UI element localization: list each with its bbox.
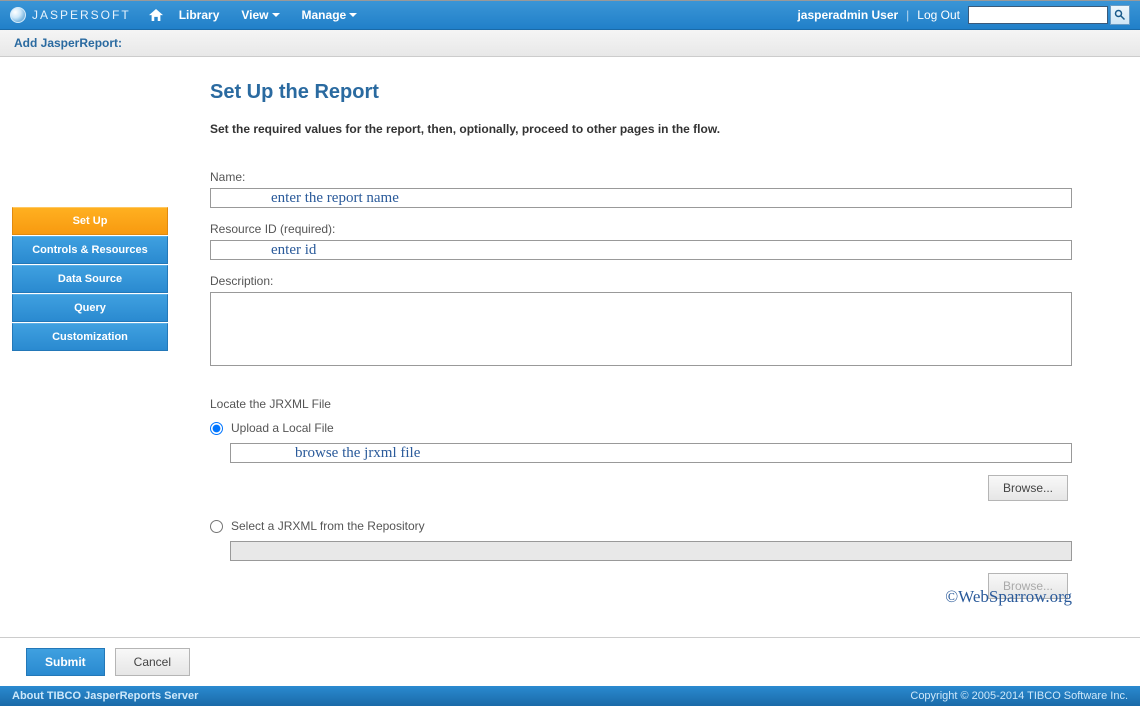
copyright: Copyright © 2005-2014 TIBCO Software Inc… [910, 690, 1128, 702]
upload-path-input[interactable] [230, 443, 1072, 463]
main-nav: Library View Manage [179, 8, 358, 22]
nav-manage-label: Manage [302, 8, 347, 22]
upload-browse-button[interactable]: Browse... [988, 475, 1068, 501]
search-input[interactable] [968, 6, 1108, 24]
search-button[interactable] [1110, 5, 1130, 25]
chevron-down-icon [349, 13, 357, 17]
divider: | [906, 8, 909, 22]
nav-manage[interactable]: Manage [302, 8, 358, 22]
sidebar-item-label: Controls & Resources [32, 244, 148, 256]
about-link[interactable]: About TIBCO JasperReports Server [12, 690, 198, 702]
watermark: ©WebSparrow.org [945, 587, 1072, 607]
repo-radio-label: Select a JRXML from the Repository [231, 519, 425, 533]
sidebar-item-datasource[interactable]: Data Source [12, 265, 168, 293]
user-area: jasperadmin User | Log Out [797, 5, 1130, 25]
sidebar-item-label: Data Source [58, 273, 122, 285]
search-icon [1114, 9, 1126, 21]
user-label: jasperadmin User [797, 8, 898, 22]
logo-icon [10, 7, 26, 23]
repo-path-input [230, 541, 1072, 561]
name-label: Name: [210, 170, 1072, 184]
repo-browse-row: Browse... [210, 573, 1072, 599]
sidebar-item-label: Customization [52, 331, 128, 343]
upload-browse-row: Browse... [210, 475, 1072, 501]
resource-id-input[interactable] [210, 240, 1072, 260]
main-panel: Set Up the Report Set the required value… [180, 57, 1140, 637]
page-title: Set Up the Report [210, 81, 1072, 104]
sidebar-item-setup[interactable]: Set Up [12, 207, 168, 235]
upload-radio-label: Upload a Local File [231, 421, 334, 435]
locate-label: Locate the JRXML File [210, 397, 1072, 411]
wizard-sidebar: Set Up Controls & Resources Data Source … [0, 57, 180, 637]
submit-button[interactable]: Submit [26, 648, 105, 676]
cancel-button[interactable]: Cancel [115, 648, 190, 676]
upload-radio-row: Upload a Local File [210, 421, 1072, 435]
sidebar-item-controls[interactable]: Controls & Resources [12, 236, 168, 264]
nav-library-label: Library [179, 8, 220, 22]
logout-link[interactable]: Log Out [917, 8, 960, 22]
sidebar-item-query[interactable]: Query [12, 294, 168, 322]
repo-radio[interactable] [210, 520, 223, 533]
sidebar-item-label: Query [74, 302, 106, 314]
repo-radio-row: Select a JRXML from the Repository [210, 519, 1072, 533]
home-icon[interactable] [149, 9, 163, 21]
chevron-down-icon [272, 13, 280, 17]
breadcrumb: Add JasperReport: [0, 30, 1140, 57]
page-subtitle: Set the required values for the report, … [210, 122, 1072, 136]
description-textarea[interactable] [210, 292, 1072, 366]
top-bar: JASPERSOFT Library View Manage jasperadm… [0, 0, 1140, 30]
nav-view-label: View [241, 8, 268, 22]
content: Set Up Controls & Resources Data Source … [0, 57, 1140, 638]
upload-radio[interactable] [210, 422, 223, 435]
nav-view[interactable]: View [241, 8, 279, 22]
description-label: Description: [210, 274, 1072, 288]
nav-library[interactable]: Library [179, 8, 220, 22]
sidebar-item-customization[interactable]: Customization [12, 323, 168, 351]
footer: About TIBCO JasperReports Server Copyrig… [0, 686, 1140, 706]
brand-logo: JASPERSOFT [10, 7, 131, 23]
brand-text: JASPERSOFT [32, 8, 131, 22]
sidebar-item-label: Set Up [73, 215, 108, 227]
resource-id-label: Resource ID (required): [210, 222, 1072, 236]
name-input[interactable] [210, 188, 1072, 208]
action-bar: Submit Cancel [0, 638, 1140, 686]
search-wrap [968, 5, 1130, 25]
